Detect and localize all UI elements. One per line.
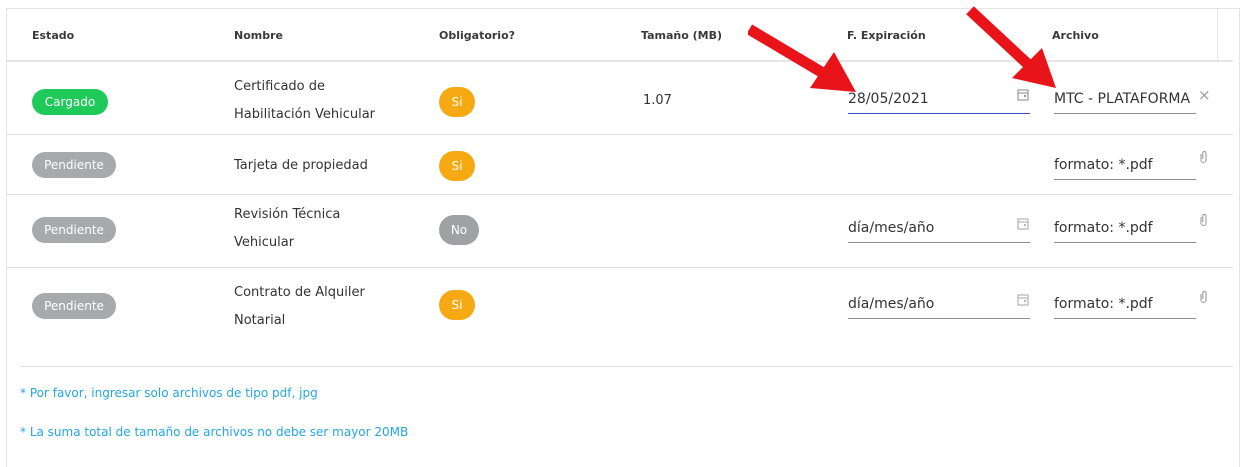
paperclip-icon-svg xyxy=(1200,290,1207,304)
header-divider xyxy=(1217,8,1218,60)
file-placeholder: formato: *.pdf xyxy=(1054,296,1153,312)
document-name: Contrato de Alquiler Notarial xyxy=(234,279,365,335)
status-badge: Pendiente xyxy=(32,152,116,178)
document-name-line: Vehicular xyxy=(234,235,295,250)
calendar-icon-svg xyxy=(1017,218,1029,230)
file-input[interactable]: formato: *.pdf xyxy=(1054,150,1196,180)
calendar-icon[interactable] xyxy=(1017,293,1029,310)
required-badge: No xyxy=(439,215,479,245)
expiration-date-input[interactable]: día/mes/año xyxy=(848,213,1030,243)
paperclip-icon[interactable] xyxy=(1199,150,1208,168)
row-divider xyxy=(7,194,1233,195)
required-badge: Si xyxy=(439,87,475,117)
document-name-line: Revisión Técnica xyxy=(234,207,341,222)
file-size-note: * La suma total de tamaño de archivos no… xyxy=(20,425,409,439)
document-name-line: Habilitación Vehicular xyxy=(234,107,376,122)
file-size: 1.07 xyxy=(643,93,672,108)
document-name: Tarjeta de propiedad xyxy=(234,152,368,180)
status-badge: Cargado xyxy=(32,89,108,115)
expiration-date-placeholder: día/mes/año xyxy=(848,220,935,236)
file-placeholder: formato: *.pdf xyxy=(1054,220,1153,236)
file-placeholder: formato: *.pdf xyxy=(1054,157,1153,173)
paperclip-icon[interactable] xyxy=(1199,290,1208,308)
paperclip-icon[interactable] xyxy=(1199,213,1208,231)
document-name-line: Certificado de xyxy=(234,79,326,94)
header-nombre: Nombre xyxy=(234,29,283,42)
red-arrow xyxy=(966,6,1056,88)
required-badge: Si xyxy=(439,290,475,320)
file-input[interactable]: formato: *.pdf xyxy=(1054,289,1196,319)
paperclip-icon-svg xyxy=(1200,150,1207,164)
status-badge: Pendiente xyxy=(32,293,116,319)
header-estado: Estado xyxy=(32,29,75,42)
document-name-line: Contrato de Alquiler xyxy=(234,285,365,300)
status-badge: Pendiente xyxy=(32,217,116,243)
file-name-value: MTC - PLATAFORMA xyxy=(1054,91,1191,107)
row-divider xyxy=(7,267,1233,268)
expiration-date-value: 28/05/2021 xyxy=(848,91,929,107)
calendar-icon-svg xyxy=(1017,294,1029,306)
required-badge: Si xyxy=(439,151,475,181)
document-name: Certificado de Habilitación Vehicular xyxy=(234,73,375,129)
header-obligatorio: Obligatorio? xyxy=(439,29,516,42)
document-name-line: Tarjeta de propiedad xyxy=(234,158,368,173)
file-input[interactable]: MTC - PLATAFORMA xyxy=(1054,84,1196,114)
red-arrow xyxy=(748,24,856,92)
file-input[interactable]: formato: *.pdf xyxy=(1054,213,1196,243)
row-divider xyxy=(7,134,1233,135)
paperclip-icon-svg xyxy=(1200,213,1207,227)
file-type-note: * Por favor, ingresar solo archivos de t… xyxy=(20,386,318,400)
document-name-line: Notarial xyxy=(234,313,286,328)
document-name: Revisión Técnica Vehicular xyxy=(234,201,340,257)
expiration-date-input[interactable]: día/mes/año xyxy=(848,289,1030,319)
expiration-date-placeholder: día/mes/año xyxy=(848,296,935,312)
header-tamano: Tamaño (MB) xyxy=(641,29,722,42)
footer-divider xyxy=(20,366,1233,367)
calendar-icon[interactable] xyxy=(1017,217,1029,234)
close-icon[interactable]: × xyxy=(1198,86,1211,104)
